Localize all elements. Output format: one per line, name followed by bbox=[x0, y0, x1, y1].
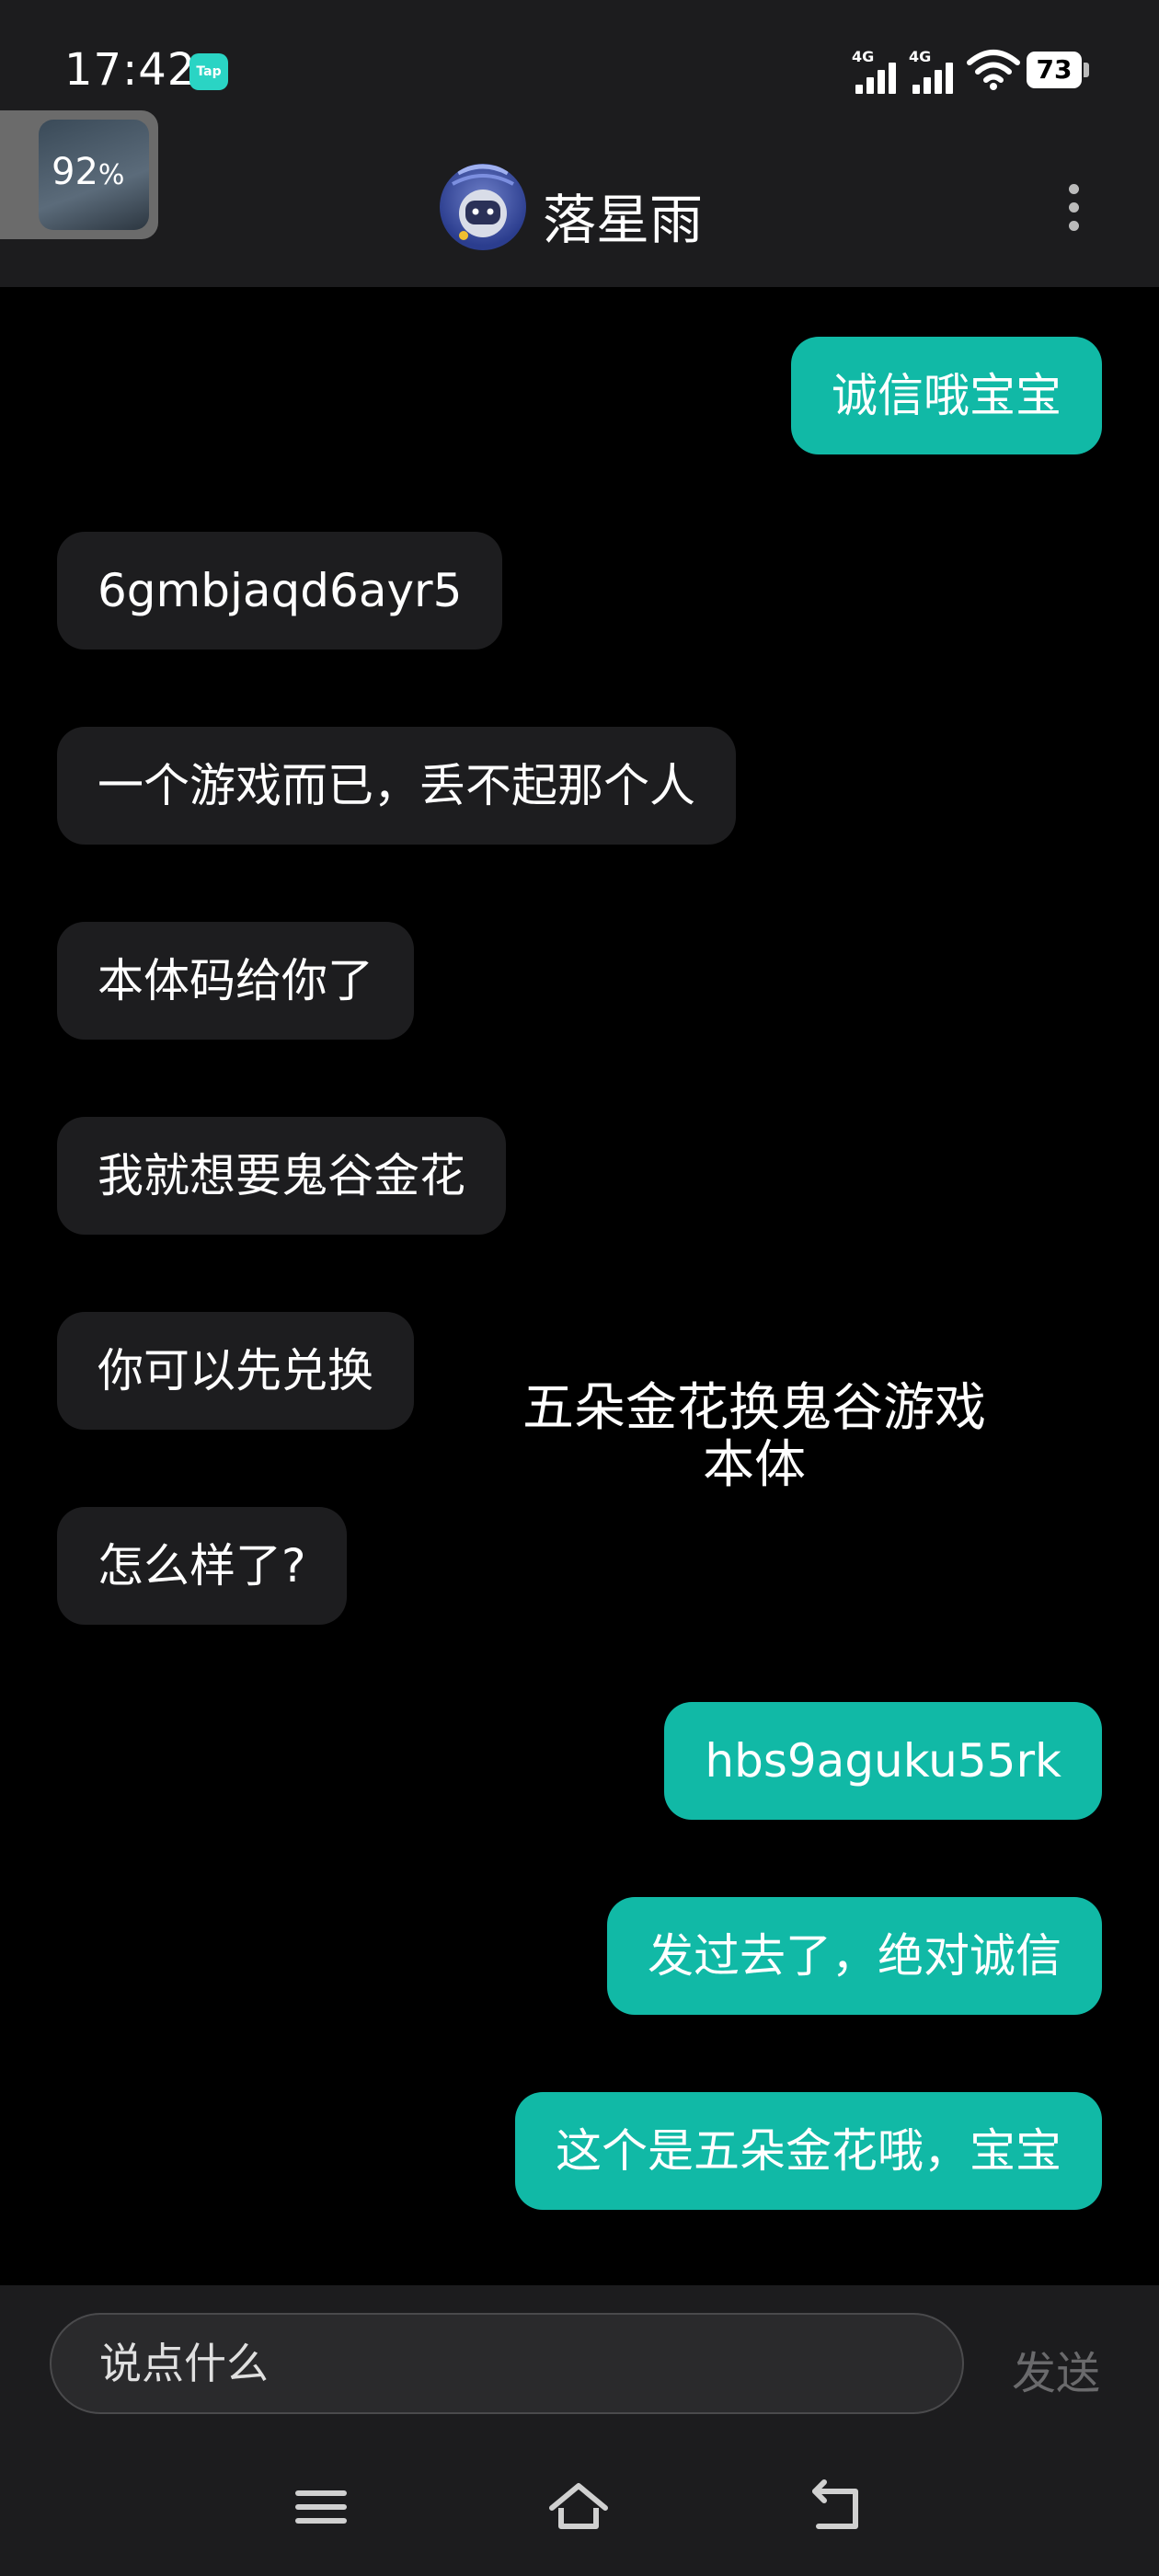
message-bubble-outgoing[interactable]: 这个是五朵金花哦，宝宝 bbox=[515, 2092, 1102, 2210]
message-input[interactable] bbox=[50, 2313, 964, 2414]
message-bubble-incoming[interactable]: 本体码给你了 bbox=[57, 922, 414, 1040]
network-type-label: 4G bbox=[909, 48, 932, 65]
overlay-caption-line: 五朵金花换鬼谷游戏 bbox=[522, 1378, 986, 1438]
floating-window[interactable]: 92% bbox=[0, 110, 158, 239]
message-bubble-outgoing[interactable]: 诚信哦宝宝 bbox=[791, 337, 1102, 454]
tap-app-icon: Tap bbox=[189, 53, 228, 90]
status-time: 17:42 bbox=[64, 44, 197, 96]
battery-icon: 73 bbox=[1027, 52, 1089, 88]
home-icon[interactable] bbox=[546, 2475, 611, 2539]
overlay-caption-line: 本体 bbox=[703, 1435, 806, 1495]
message-bubble-incoming[interactable]: 一个游戏而已，丢不起那个人 bbox=[57, 727, 736, 845]
floating-window-percent: 92% bbox=[52, 151, 125, 193]
contact-name[interactable]: 落星雨 bbox=[543, 177, 703, 254]
send-button[interactable]: 发送 bbox=[1012, 2337, 1100, 2401]
wifi-icon bbox=[966, 48, 1021, 90]
overlay-caption: 五朵金花换鬼谷游戏 本体 bbox=[497, 1380, 1012, 1494]
network-type-label: 4G bbox=[852, 48, 875, 65]
back-icon[interactable] bbox=[804, 2475, 868, 2539]
message-bubble-incoming[interactable]: 你可以先兑换 bbox=[57, 1312, 414, 1430]
message-bubble-incoming[interactable]: 我就想要鬼谷金花 bbox=[57, 1117, 506, 1235]
message-bubble-incoming[interactable]: 6gmbjaqd6ayr5 bbox=[57, 532, 503, 650]
contact-avatar[interactable] bbox=[440, 164, 526, 250]
more-options-icon[interactable] bbox=[1060, 180, 1087, 236]
cellular-signal-icon: 4G bbox=[909, 48, 958, 94]
message-bubble-outgoing[interactable]: hbs9aguku55rk bbox=[664, 1702, 1102, 1820]
message-bubble-outgoing[interactable]: 发过去了，绝对诚信 bbox=[607, 1897, 1102, 2015]
battery-level: 73 bbox=[1036, 54, 1073, 85]
cellular-signal-icon: 4G bbox=[852, 48, 901, 94]
menu-icon[interactable] bbox=[289, 2475, 353, 2539]
message-bubble-incoming[interactable]: 怎么样了? bbox=[57, 1507, 347, 1625]
